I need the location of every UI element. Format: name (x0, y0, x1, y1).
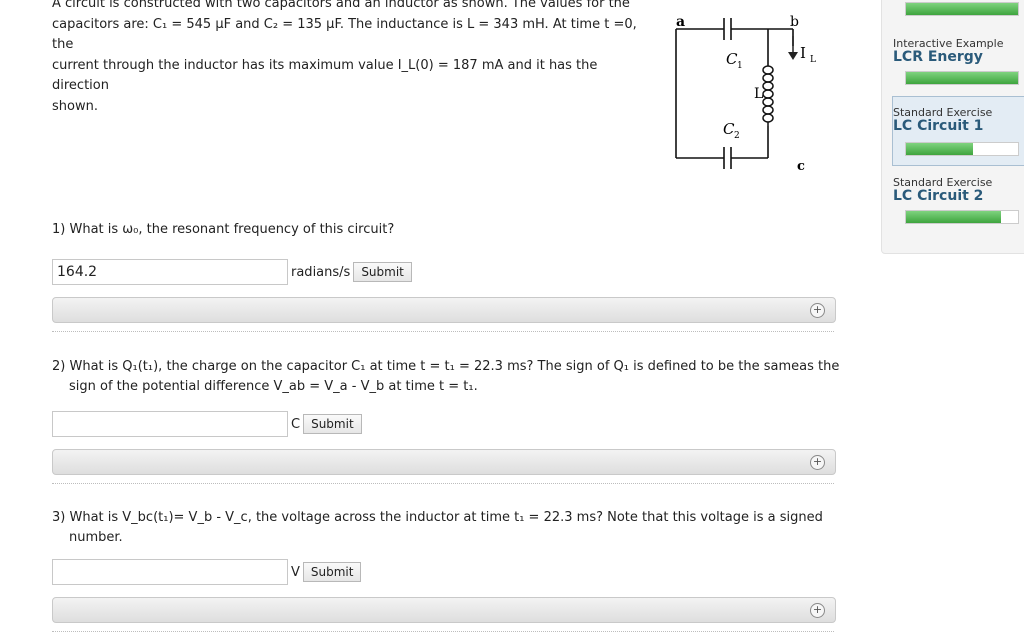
question-3: 3) What is V_bc(t₁)= V_b - V_c, the volt… (52, 508, 823, 548)
progress-fill (906, 143, 974, 155)
answer-input-3[interactable] (52, 559, 288, 585)
node-c-label: c (797, 159, 805, 174)
unit-label: C (291, 416, 301, 432)
question-1: 1) What is ω₀, the resonant frequency of… (52, 220, 394, 240)
c1-subscript: 1 (737, 61, 743, 71)
question-text: 1) What is ω₀, the resonant frequency of… (52, 222, 395, 237)
answer-row-2: C Submit (52, 411, 362, 437)
divider (52, 331, 834, 332)
question-2: 2) What is Q₁(t₁), the charge on the cap… (52, 357, 839, 397)
progress-bar (905, 210, 1019, 224)
divider (52, 631, 834, 632)
item-title: LCR Energy (893, 49, 983, 65)
answer-input-2[interactable] (52, 411, 288, 437)
hint-bar-2[interactable]: + (52, 449, 836, 475)
question-text: 2) What is Q₁(t₁), the charge on the cap… (52, 359, 840, 374)
sidebar-item-lcr-energy[interactable]: Interactive Example LCR Energy (893, 38, 1023, 65)
answer-row-1: radians/s Submit (52, 259, 412, 285)
sidebar-item-lc-circuit-1[interactable]: Standard Exercise LC Circuit 1 (893, 107, 1023, 134)
hint-bar-3[interactable]: + (52, 597, 836, 623)
inductor-label: L (754, 86, 763, 102)
progress-bar (905, 142, 1019, 156)
node-a-label: a (676, 14, 685, 30)
progress-fill (906, 72, 1018, 84)
c2-subscript: 2 (734, 131, 740, 141)
submit-button-3[interactable]: Submit (302, 562, 362, 582)
sidebar-item-lc-circuit-2[interactable]: Standard Exercise LC Circuit 2 (893, 177, 1023, 204)
problem-statement: A circuit is constructed with two capaci… (52, 0, 652, 117)
hint-bar-1[interactable]: + (52, 297, 836, 323)
intro-line: capacitors are: C₁ = 545 μF and C₂ = 135… (52, 16, 637, 53)
divider (52, 483, 834, 484)
submit-button-2[interactable]: Submit (303, 414, 362, 434)
question-text: 3) What is V_bc(t₁)= V_b - V_c, the volt… (52, 510, 823, 525)
plus-circle-icon[interactable]: + (810, 455, 825, 470)
current-subscript: L (810, 55, 816, 65)
progress-fill (906, 3, 1018, 15)
answer-row-3: V Submit (52, 559, 362, 585)
current-arrow-icon (788, 36, 798, 60)
intro-line: shown. (52, 98, 98, 114)
node-b-label: b (790, 14, 799, 30)
plus-circle-icon[interactable]: + (810, 303, 825, 318)
intro-line: A circuit is constructed with two capaci… (52, 0, 630, 11)
unit-label: V (291, 564, 300, 580)
answer-input-1[interactable] (52, 259, 288, 285)
current-label: I (800, 44, 806, 62)
item-title: LC Circuit 2 (893, 188, 984, 204)
intro-line: current through the inductor has its max… (52, 57, 598, 94)
question-text: sign of the potential difference V_ab = … (69, 379, 478, 394)
progress-bar (905, 71, 1019, 85)
question-text: number. (69, 530, 123, 545)
circuit-diagram: a b c C 1 C 2 L I L (675, 14, 816, 174)
progress-bar (905, 2, 1019, 16)
plus-circle-icon[interactable]: + (810, 603, 825, 618)
progress-fill (906, 211, 1002, 223)
item-title: LC Circuit 1 (893, 118, 984, 134)
unit-label: radians/s (291, 264, 351, 280)
submit-button-1[interactable]: Submit (353, 262, 412, 282)
